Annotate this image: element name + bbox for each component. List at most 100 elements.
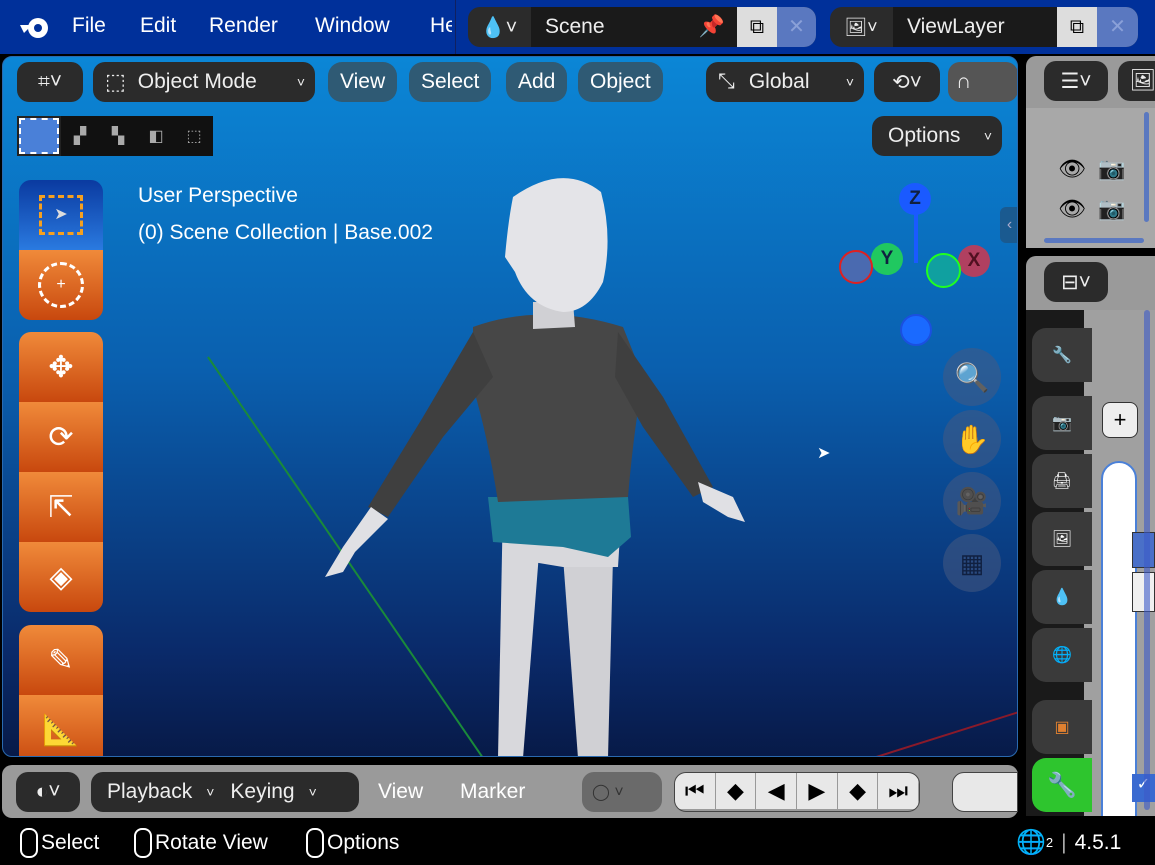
options-dropdown[interactable]: Options ˅ — [872, 116, 1002, 156]
menu-view[interactable]: View — [378, 780, 423, 804]
gizmo-y-axis[interactable]: Y — [871, 243, 903, 275]
magnet-icon: ∩ — [956, 70, 972, 93]
timeline-editor-type[interactable]: ◐˅ — [16, 772, 80, 812]
menu-object[interactable]: Object — [578, 62, 663, 102]
properties-editor-type[interactable]: ⊟˅ — [1044, 262, 1108, 302]
delete-scene-button[interactable]: ✕ — [777, 7, 816, 47]
mode-dropdown[interactable]: ⬚ Object Mode ˅ — [93, 62, 315, 102]
clock-icon: ◐˅ — [35, 780, 61, 803]
gizmo-z-axis[interactable]: Z — [899, 183, 931, 215]
view-layer-name-field[interactable]: ViewLayer — [893, 7, 1057, 47]
visibility-eye-icon[interactable]: 👁 — [1058, 196, 1086, 222]
gizmo-x-axis[interactable]: X — [958, 245, 990, 277]
render-icon: 📷 — [1052, 415, 1072, 432]
select-intersect-button[interactable]: ⬚ — [175, 116, 213, 156]
tool-move[interactable]: ✥ — [19, 332, 103, 402]
editor-type-button[interactable]: ⌗˅ — [17, 62, 83, 102]
ruler-icon: 📐 — [42, 713, 80, 747]
tab-object[interactable]: ▣ — [1032, 700, 1092, 754]
menu-marker[interactable]: Marker — [460, 780, 525, 804]
chevron-left-icon: ‹ — [1006, 216, 1013, 233]
sidebar-toggle[interactable]: ‹ — [1000, 207, 1017, 243]
menu-select[interactable]: Select — [409, 62, 492, 102]
outliner-display-mode[interactable]: ☰˅ — [1044, 61, 1108, 101]
mode-label: Object Mode — [137, 70, 257, 93]
tab-tool[interactable]: 🔧 — [1032, 328, 1092, 382]
scene-icon[interactable]: 💧˅ — [468, 15, 530, 40]
gizmo-neg-x-axis[interactable] — [839, 250, 873, 284]
menu-add[interactable]: Add — [506, 62, 568, 102]
tab-output[interactable]: 🖨 — [1032, 454, 1092, 508]
render-camera-icon[interactable]: 📷 — [1098, 156, 1125, 182]
tool-select-box[interactable]: ➤ — [19, 180, 103, 250]
tab-modifiers[interactable]: 🔧 — [1032, 758, 1092, 812]
next-keyframe-button[interactable]: ◆ — [837, 773, 879, 809]
menu-help[interactable]: He — [430, 14, 452, 38]
outliner-filter[interactable]: 🖼 — [1118, 61, 1155, 101]
select-subtract-button[interactable]: ▚ — [99, 116, 137, 156]
menu-view[interactable]: View — [328, 62, 398, 102]
snap-toggle[interactable]: ∩ — [948, 62, 1017, 102]
ortho-toggle-button[interactable]: ▦ — [943, 534, 1001, 592]
scene-name: Scene — [545, 15, 605, 38]
render-camera-icon[interactable]: 📷 — [1098, 196, 1125, 222]
pin-icon[interactable]: 📌 — [699, 15, 725, 39]
jump-end-button[interactable]: ⏭ — [878, 773, 919, 809]
tool-annotate[interactable]: ✎ — [19, 625, 103, 695]
blender-logo-icon[interactable] — [18, 13, 52, 41]
tool-transform[interactable]: ◈ — [19, 542, 103, 612]
menu-edit[interactable]: Edit — [140, 14, 176, 38]
status-rotate-view: Rotate View — [155, 831, 268, 854]
menu-playback[interactable]: Playback — [107, 780, 192, 804]
tab-render[interactable]: 📷 — [1032, 396, 1092, 450]
select-extend-button[interactable]: ▞ — [61, 116, 99, 156]
zoom-button[interactable]: 🔍 — [943, 348, 1001, 406]
select-new-button[interactable] — [19, 118, 59, 154]
3d-viewport[interactable]: ⌗˅ ⬚ Object Mode ˅ View Select Add Object … — [2, 56, 1018, 757]
pivot-icon: ⟲˅ — [892, 70, 922, 94]
current-frame-field[interactable] — [952, 772, 1018, 812]
chevron-down-icon: ˅ — [845, 74, 854, 90]
tab-world[interactable]: 🌐 — [1032, 628, 1092, 682]
globe-icon[interactable]: 🌐 — [1016, 828, 1046, 857]
menu-window[interactable]: Window — [315, 14, 390, 38]
transform-orientation-dropdown[interactable]: ⤡ Global ˅ — [706, 62, 864, 102]
tool-scale[interactable]: ⇱ — [19, 472, 103, 542]
modifier-list[interactable] — [1101, 461, 1137, 816]
play-reverse-button[interactable]: ◀ — [756, 773, 798, 809]
new-view-layer-button[interactable]: ⧉ — [1057, 7, 1097, 47]
select-invert-button[interactable]: ◧ — [137, 116, 175, 156]
outliner-scrollbar[interactable] — [1144, 112, 1149, 222]
tool-measure[interactable]: 📐 — [19, 695, 103, 756]
prev-keyframe-button[interactable]: ◆ — [715, 773, 757, 809]
scene-name-field[interactable]: Scene 📌 — [531, 7, 737, 47]
properties-scrollbar[interactable] — [1144, 310, 1150, 810]
play-button[interactable]: ▶ — [797, 773, 838, 809]
y-label: Y — [880, 248, 894, 269]
outliner-h-scrollbar[interactable] — [1044, 238, 1144, 243]
jump-start-button[interactable]: ⏮ — [675, 773, 716, 809]
delete-view-layer-button[interactable]: ✕ — [1097, 7, 1138, 47]
tab-scene[interactable]: 💧 — [1032, 570, 1092, 624]
mouse-right-icon — [306, 828, 324, 858]
add-modifier-button[interactable]: + — [1102, 402, 1138, 438]
gizmo-neg-y-axis[interactable] — [926, 253, 961, 288]
menu-render[interactable]: Render — [209, 14, 278, 38]
camera-view-button[interactable]: 🎥 — [943, 472, 1001, 530]
tool-rotate[interactable]: ⟳ — [19, 402, 103, 472]
visibility-eye-icon[interactable]: 👁 — [1058, 156, 1086, 182]
status-options: Options — [327, 831, 400, 854]
character-model — [325, 178, 745, 756]
pivot-point-button[interactable]: ⟲˅ — [874, 62, 940, 102]
auto-keying-toggle[interactable]: ◯ ˅ — [582, 772, 662, 812]
pan-button[interactable]: ✋ — [943, 410, 1001, 468]
render-layers-icon[interactable]: 🖼˅ — [830, 17, 892, 38]
menu-keying[interactable]: Keying — [230, 780, 294, 804]
menu-file[interactable]: File — [72, 14, 106, 38]
cursor-icon: + — [38, 262, 84, 308]
new-scene-button[interactable]: ⧉ — [737, 7, 777, 47]
tool-cursor[interactable]: + — [19, 250, 103, 320]
tab-view-layer[interactable]: 🖼 — [1032, 512, 1092, 566]
output-icon: 🖨 — [1051, 473, 1073, 490]
gizmo-neg-z-axis[interactable] — [900, 314, 932, 346]
